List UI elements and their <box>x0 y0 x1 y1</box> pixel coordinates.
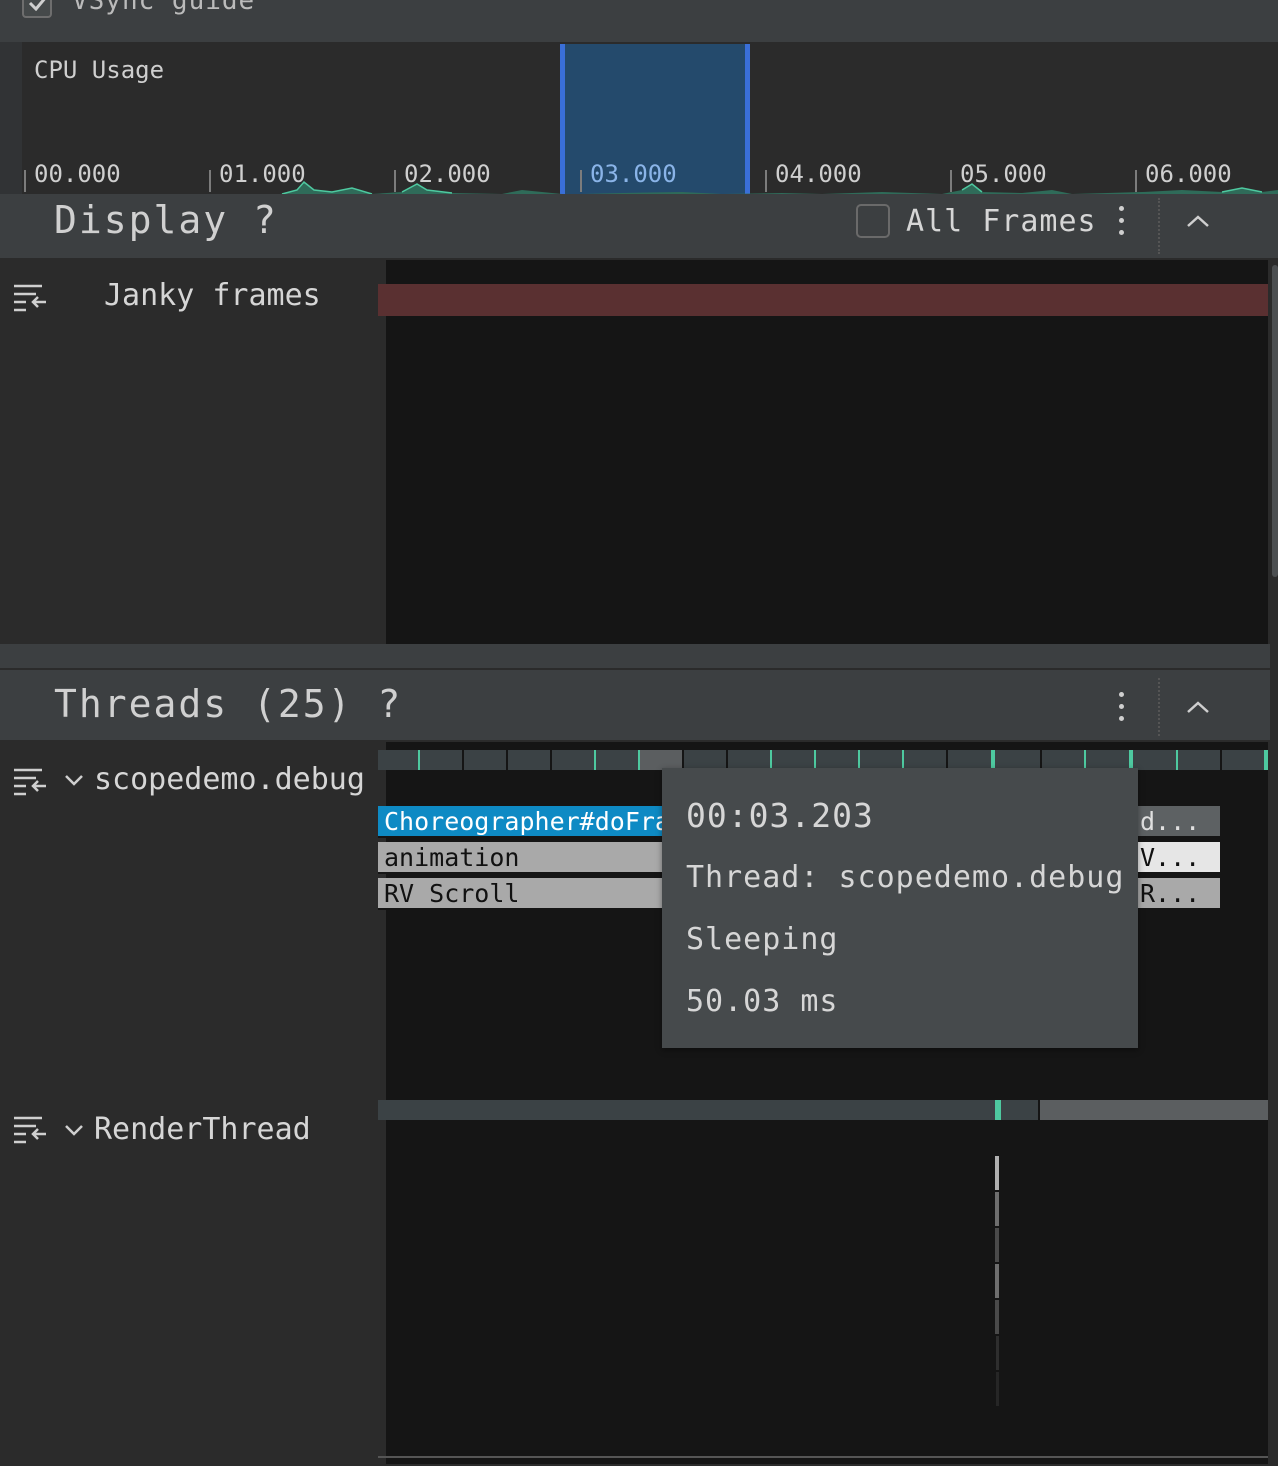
thread-labels-column <box>0 742 386 1464</box>
more-options-icon[interactable] <box>1119 206 1125 242</box>
time-tick-mark <box>580 170 582 192</box>
running-state-marker <box>770 750 772 770</box>
running-state-marker <box>594 750 596 770</box>
state-segment-divider <box>1220 750 1222 770</box>
running-state-marker <box>1129 750 1133 770</box>
running-state-marker <box>418 750 420 770</box>
tooltip-state: Sleeping <box>686 922 839 957</box>
time-tick-label: 05.000 <box>960 160 1047 188</box>
thread-state-bar[interactable] <box>378 750 1268 770</box>
running-state-marker <box>991 750 995 770</box>
trace-slice-animation[interactable]: animation <box>378 842 666 874</box>
trace-slice-choreographer[interactable]: Choreographer#doFrame <box>378 806 666 838</box>
sleeping-state-segment[interactable] <box>1040 1100 1268 1120</box>
expand-chevron-down-icon[interactable] <box>64 1124 84 1136</box>
trace-slice-mini[interactable] <box>996 1336 999 1370</box>
display-track-area[interactable] <box>386 260 1268 644</box>
trace-slice-mini[interactable] <box>995 1264 999 1298</box>
top-toolbar: VSync guide <box>0 0 1278 42</box>
time-tick-label-selected: 03.000 <box>590 160 677 188</box>
filter-lines-icon[interactable] <box>12 766 48 800</box>
collapse-chevron-up-icon[interactable] <box>1186 214 1210 228</box>
trace-slice-truncated[interactable]: R... <box>1134 878 1220 910</box>
time-tick-label: 02.000 <box>404 160 491 188</box>
state-segment-divider <box>462 750 464 770</box>
trace-slice-truncated[interactable]: V... <box>1134 842 1220 874</box>
all-frames-label[interactable]: All Frames <box>906 204 1097 239</box>
checkmark-icon <box>28 0 46 11</box>
collapse-chevron-up-icon[interactable] <box>1186 700 1210 714</box>
state-segment-divider <box>506 750 508 770</box>
running-state-marker <box>858 750 860 770</box>
time-tick-mark <box>394 170 396 192</box>
bottom-time-axis <box>378 1456 1268 1466</box>
trace-slice-rv-scroll[interactable]: RV Scroll <box>378 878 666 910</box>
time-tick-label: 04.000 <box>775 160 862 188</box>
time-tick-mark <box>1135 170 1137 192</box>
threads-section-title[interactable]: Threads (25) ? <box>54 682 402 726</box>
state-segment-divider <box>550 750 552 770</box>
state-segment-divider <box>946 750 948 770</box>
time-tick-mark <box>209 170 211 192</box>
time-tick-mark <box>24 170 26 192</box>
trace-slice-mini[interactable] <box>995 1192 999 1226</box>
state-segment-divider <box>682 750 684 770</box>
running-state-marker <box>995 1100 1001 1120</box>
filter-lines-icon[interactable] <box>12 282 48 316</box>
thread-state-tooltip: 00:03.203 Thread: scopedemo.debug Sleepi… <box>662 768 1138 1048</box>
vsync-guide-checkbox[interactable] <box>22 0 52 18</box>
all-frames-checkbox[interactable] <box>856 204 890 238</box>
tooltip-timestamp: 00:03.203 <box>686 796 874 835</box>
running-state-marker <box>1176 750 1178 770</box>
trace-slice-mini[interactable] <box>995 1228 999 1262</box>
section-separator <box>0 644 1278 670</box>
scrollbar-thumb[interactable] <box>1272 265 1278 577</box>
trace-slice-mini[interactable] <box>995 1156 999 1190</box>
thread-name-renderthread[interactable]: RenderThread <box>94 1112 311 1147</box>
display-section-header: Display ? All Frames <box>0 194 1278 260</box>
state-segment-divider <box>1040 750 1042 770</box>
running-state-marker <box>1084 750 1086 770</box>
time-tick-label: 01.000 <box>219 160 306 188</box>
vsync-guide-label: VSync guide <box>72 0 256 16</box>
display-track-labels <box>0 260 386 644</box>
cpu-panel-gutter <box>0 42 22 194</box>
cpu-usage-label: CPU Usage <box>34 56 165 84</box>
running-state-marker <box>902 750 904 770</box>
header-divider <box>1158 198 1160 254</box>
time-tick-mark <box>950 170 952 192</box>
tooltip-duration: 50.03 ms <box>686 984 839 1019</box>
janky-frames-label: Janky frames <box>104 278 321 313</box>
time-tick-label: 00.000 <box>34 160 121 188</box>
expand-chevron-down-icon[interactable] <box>64 774 84 786</box>
trace-slice-mini[interactable] <box>995 1300 999 1334</box>
running-state-marker <box>814 750 816 770</box>
time-tick-mark <box>765 170 767 192</box>
display-section-title[interactable]: Display ? <box>54 198 278 242</box>
trace-slice-mini[interactable] <box>996 1372 999 1406</box>
threads-section-header: Threads (25) ? <box>0 670 1278 740</box>
trace-slice-truncated[interactable]: d... <box>1134 806 1220 838</box>
janky-frames-track-bar[interactable] <box>378 284 1268 316</box>
hovered-state-segment[interactable] <box>640 750 682 770</box>
tooltip-thread: Thread: scopedemo.debug <box>686 860 1125 895</box>
header-divider <box>1158 678 1160 736</box>
thread-name-scopedemo-debug[interactable]: scopedemo.debug <box>94 762 365 797</box>
filter-lines-icon[interactable] <box>12 1114 48 1148</box>
cpu-usage-panel[interactable]: CPU Usage 00.000 01.000 02.000 03.000 04… <box>0 42 1278 194</box>
running-state-marker <box>1264 750 1268 770</box>
state-segment-divider <box>1038 1100 1040 1120</box>
state-segment-divider <box>726 750 728 770</box>
more-options-icon[interactable] <box>1119 692 1125 728</box>
time-tick-label: 06.000 <box>1145 160 1232 188</box>
